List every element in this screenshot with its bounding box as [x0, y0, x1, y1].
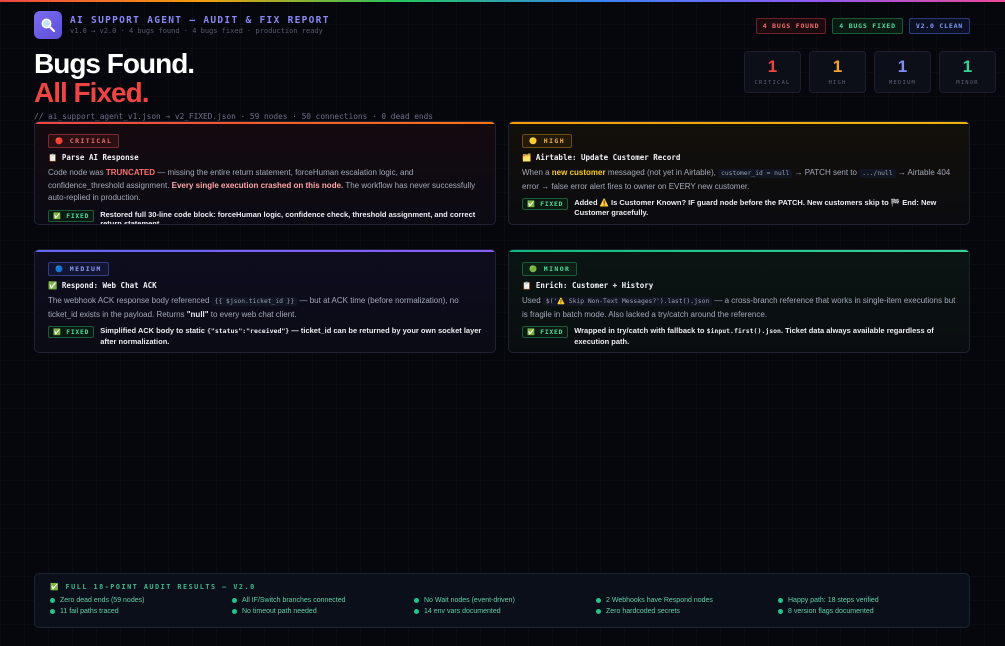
stat-minor-label: MINOR — [956, 80, 979, 86]
bugs-found-badge: 4 BUGS FOUND — [755, 18, 827, 34]
fix-description: Restored full 30-line code block: forceH… — [100, 209, 476, 225]
audit-item: All IF/Switch branches connected — [232, 597, 414, 604]
bug-card-minor: 🟢 MINOR 📋 Enrich: Customer + History Use… — [508, 249, 970, 353]
fixed-badge: ✅ FIXED — [48, 209, 95, 222]
fix-row: ✅ FIXED Wrapped in try/catch with fallba… — [522, 326, 956, 346]
severity-stats: 1 CRITICAL 1 HIGH 1 MEDIUM 1 MINOR — [744, 51, 996, 93]
check-dot-icon — [414, 609, 419, 614]
stat-high-count: 1 — [832, 57, 843, 76]
bug-description: When a new customer messaged (not yet in… — [522, 168, 951, 191]
stat-high: 1 HIGH — [809, 51, 866, 93]
bug-description: Used $('⚠️ Skip Non-Text Messages?').las… — [522, 296, 956, 319]
card-accent-bar — [509, 122, 969, 124]
check-dot-icon — [232, 609, 237, 614]
audit-title: ✅ FULL 18-POINT AUDIT RESULTS — V2.0 — [50, 583, 256, 591]
bug-card-critical: 🔴 CRITICAL 📋 Parse AI Response Code node… — [34, 121, 496, 225]
fix-description: Wrapped in try/catch with fallback to $i… — [574, 326, 934, 346]
app-logo — [34, 11, 62, 39]
magnifier-icon — [41, 18, 56, 33]
check-dot-icon — [778, 598, 783, 603]
fixed-badge: ✅ FIXED — [522, 326, 569, 338]
fixed-badge: ✅ FIXED — [48, 326, 95, 338]
card-accent-bar — [35, 250, 495, 252]
header-badges: 4 BUGS FOUND 4 BUGS FIXED V2.0 CLEAN — [755, 18, 970, 34]
top-gradient-bar — [0, 0, 1005, 2]
stat-medium: 1 MEDIUM — [874, 51, 931, 93]
audit-item: Zero dead ends (59 nodes) — [50, 597, 232, 604]
stat-minor: 1 MINOR — [939, 51, 996, 93]
version-clean-badge: V2.0 CLEAN — [908, 18, 970, 34]
bug-card-medium: 🔵 MEDIUM ✅ Respond: Web Chat ACK The web… — [34, 249, 496, 353]
severity-badge-minor: 🟢 MINOR — [522, 262, 578, 276]
check-dot-icon — [232, 598, 237, 603]
app-subtitle: v1.0 → v2.0 · 4 bugs found · 4 bugs fixe… — [70, 27, 323, 35]
app-title: AI SUPPORT AGENT — AUDIT & FIX REPORT — [70, 15, 330, 26]
check-dot-icon — [596, 609, 601, 614]
node-title: ✅ Respond: Web Chat ACK — [48, 281, 157, 290]
stat-critical: 1 CRITICAL — [744, 51, 801, 93]
audit-item: No timeout path needed — [232, 608, 414, 615]
audit-item: Zero hardcoded secrets — [596, 608, 778, 615]
audit-item: Happy path: 18 steps verified — [778, 597, 960, 604]
fix-row: ✅ FIXED Simplified ACK body to static {"… — [48, 326, 482, 346]
stat-medium-count: 1 — [897, 57, 908, 76]
severity-badge-medium: 🔵 MEDIUM — [48, 262, 109, 276]
stat-critical-count: 1 — [767, 57, 778, 76]
file-path-summary: // ai_support_agent_v1.json → v2_FIXED.j… — [34, 112, 434, 121]
card-accent-bar — [35, 122, 495, 124]
fix-description: Added ⚠️ Is Customer Known? IF guard nod… — [574, 198, 937, 217]
hero-title-line1: Bugs Found. — [34, 48, 195, 79]
audit-item: 8 version flags documented — [778, 608, 960, 615]
bugs-fixed-badge: 4 BUGS FIXED — [832, 18, 903, 34]
stat-critical-label: CRITICAL — [754, 80, 791, 86]
bug-card-high: 🟡 HIGH 🗂️ Airtable: Update Customer Reco… — [508, 121, 970, 225]
stat-minor-count: 1 — [962, 57, 973, 76]
audit-item: No Wait nodes (event-driven) — [414, 597, 596, 604]
audit-items-grid: Zero dead ends (59 nodes) All IF/Switch … — [50, 597, 954, 615]
severity-badge-critical: 🔴 CRITICAL — [48, 134, 120, 148]
node-title: 📋 Enrich: Customer + History — [522, 281, 654, 290]
check-dot-icon — [414, 598, 419, 603]
bug-description: The webhook ACK response body referenced… — [48, 296, 459, 319]
node-title: 🗂️ Airtable: Update Customer Record — [522, 153, 681, 162]
audit-item: 11 fail paths traced — [50, 608, 232, 615]
fixed-badge: ✅ FIXED — [522, 198, 569, 210]
stat-medium-label: MEDIUM — [888, 80, 917, 86]
bug-description: Code node was TRUNCATED — missing the en… — [48, 168, 476, 202]
fix-row: ✅ FIXED Added ⚠️ Is Customer Known? IF g… — [522, 198, 956, 217]
card-accent-bar — [509, 250, 969, 252]
fix-row: ✅ FIXED Restored full 30-line code block… — [48, 209, 482, 225]
audit-results-panel: ✅ FULL 18-POINT AUDIT RESULTS — V2.0 Zer… — [34, 573, 970, 628]
check-dot-icon — [50, 609, 55, 614]
check-dot-icon — [50, 598, 55, 603]
stat-high-label: HIGH — [828, 80, 847, 86]
hero-title-line2: All Fixed. — [34, 77, 149, 108]
node-title: 📋 Parse AI Response — [48, 153, 139, 162]
audit-item: 14 env vars documented — [414, 608, 596, 615]
fix-description: Simplified ACK body to static {"status":… — [100, 326, 482, 346]
audit-item: 2 Webhooks have Respond nodes — [596, 597, 778, 604]
check-dot-icon — [596, 598, 601, 603]
severity-badge-high: 🟡 HIGH — [522, 134, 573, 148]
check-dot-icon — [778, 609, 783, 614]
